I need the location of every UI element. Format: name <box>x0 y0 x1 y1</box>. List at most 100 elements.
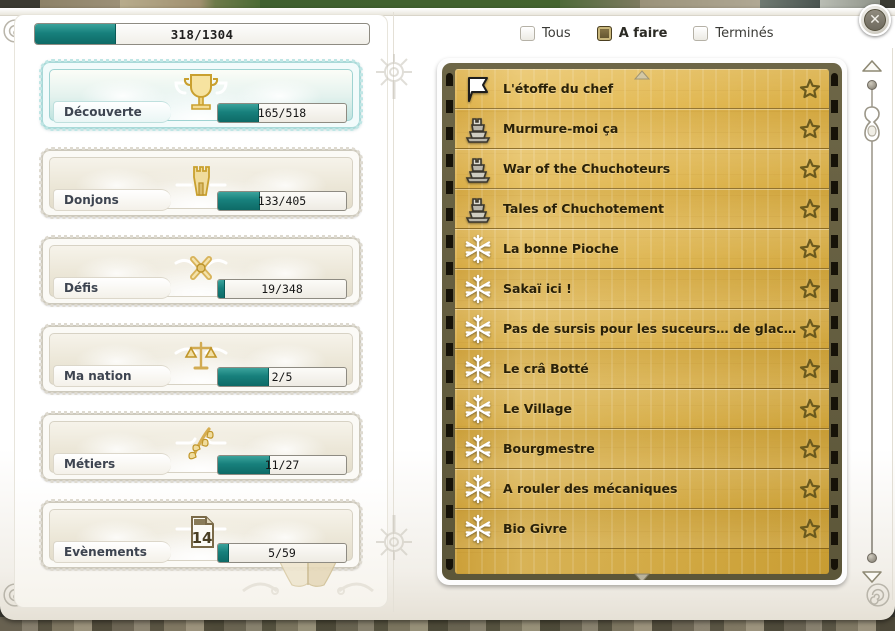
favorite-star-icon[interactable] <box>797 316 823 342</box>
quest-row[interactable]: Bourgmestre <box>455 429 829 469</box>
category-frame: Défis 19/348 <box>39 235 363 307</box>
global-progress-label: 318/1304 <box>170 26 234 42</box>
category-progress-bar: 165/518 <box>217 103 347 123</box>
snowflake-icon <box>461 312 495 346</box>
category-row-defis[interactable]: Défis 19/348 <box>39 235 363 307</box>
filter-label: Tous <box>542 26 571 41</box>
calendar-day-text: 14 <box>192 529 213 547</box>
favorite-star-icon[interactable] <box>797 396 823 422</box>
quest-board-frame: L'étoffe du chef Murmure-moi ça War of t… <box>442 63 842 580</box>
filter-radio-tous[interactable]: Tous <box>520 26 571 41</box>
category-frame: Découverte 165/518 <box>39 59 363 131</box>
category-frame: Ma nation 2/5 <box>39 323 363 395</box>
favorite-star-icon[interactable] <box>797 156 823 182</box>
category-row-ma-nation[interactable]: Ma nation 2/5 <box>39 323 363 395</box>
category-label: Ma nation <box>53 365 171 387</box>
quest-name: Bio Givre <box>503 521 568 536</box>
favorite-star-icon[interactable] <box>797 516 823 542</box>
snowflake-icon <box>461 232 495 266</box>
category-label: Métiers <box>53 453 171 475</box>
category-frame: 14 Evènements 5/59 <box>39 499 363 571</box>
quest-board: L'étoffe du chef Murmure-moi ça War of t… <box>437 58 847 585</box>
category-row-metiers[interactable]: Métiers 11/27 <box>39 411 363 483</box>
category-progress-label: 133/405 <box>257 194 307 208</box>
category-progress-bar: 5/59 <box>217 543 347 563</box>
snowflake-icon <box>461 512 495 546</box>
quest-scrollbar[interactable] <box>855 58 889 585</box>
quest-name: War of the Chuchoteurs <box>503 161 671 176</box>
quest-row[interactable]: La bonne Pioche <box>455 229 829 269</box>
quest-name: Bourgmestre <box>503 441 595 456</box>
favorite-star-icon[interactable] <box>797 236 823 262</box>
quest-filter-group: Tous A faire Terminés <box>520 26 774 41</box>
quest-row[interactable]: Murmure-moi ça <box>455 109 829 149</box>
category-progress-label: 5/59 <box>268 546 296 560</box>
radio-box-icon <box>520 26 535 41</box>
category-progress-label: 165/518 <box>257 106 307 120</box>
filter-radio-a-faire[interactable]: A faire <box>596 26 668 41</box>
filter-label: Terminés <box>715 26 774 41</box>
scrollbar-down-arrow[interactable] <box>860 569 884 585</box>
board-scroll-up-arrow[interactable] <box>633 65 651 80</box>
category-row-evenements[interactable]: 14 Evènements 5/59 <box>39 499 363 571</box>
quest-row[interactable]: Sakaï ici ! <box>455 269 829 309</box>
category-panel-inner: 318/1304 Découverte 165/518 Donjons 133/… <box>14 14 388 608</box>
favorite-star-icon[interactable] <box>797 196 823 222</box>
stone-statue-icon <box>461 152 495 186</box>
favorite-star-icon[interactable] <box>797 76 823 102</box>
snowflake-icon <box>461 272 495 306</box>
quest-row[interactable]: Bio Givre <box>455 509 829 549</box>
scrollbar-top-knob <box>867 80 877 90</box>
quest-row[interactable]: War of the Chuchoteurs <box>455 149 829 189</box>
filter-label: A faire <box>618 26 668 41</box>
stone-statue-icon <box>461 112 495 146</box>
stone-statue-icon <box>461 192 495 226</box>
global-progress-bar: 318/1304 <box>34 23 370 45</box>
category-progress-bar: 133/405 <box>217 191 347 211</box>
category-label: Découverte <box>53 101 171 123</box>
scrollbar-up-arrow[interactable] <box>860 58 884 74</box>
category-progress-label: 2/5 <box>271 370 293 384</box>
quest-row[interactable]: Le Village <box>455 389 829 429</box>
category-progress-bar: 2/5 <box>217 367 347 387</box>
achievements-window: 318/1304 Découverte 165/518 Donjons 133/… <box>0 8 895 620</box>
category-frame: Métiers 11/27 <box>39 411 363 483</box>
snowflake-icon <box>461 472 495 506</box>
quest-row[interactable]: Tales of Chuchotement <box>455 189 829 229</box>
favorite-star-icon[interactable] <box>797 356 823 382</box>
category-progress-bar: 11/27 <box>217 455 347 475</box>
quest-row[interactable]: Le crâ Botté <box>455 349 829 389</box>
favorite-star-icon[interactable] <box>797 436 823 462</box>
category-label: Défis <box>53 277 171 299</box>
board-scroll-down-arrow[interactable] <box>633 568 651 580</box>
quest-name: Pas de sursis pour les suceurs… de glace… <box>503 321 797 336</box>
quest-name: Tales of Chuchotement <box>503 201 664 216</box>
quest-name: A rouler des mécaniques <box>503 481 678 496</box>
favorite-star-icon[interactable] <box>797 116 823 142</box>
category-row-decouverte[interactable]: Découverte 165/518 <box>39 59 363 131</box>
category-label: Donjons <box>53 189 171 211</box>
category-label: Evènements <box>53 541 171 563</box>
filter-radio-termines[interactable]: Terminés <box>693 26 774 41</box>
close-button[interactable]: ✕ <box>859 4 891 36</box>
snowflake-icon <box>461 392 495 426</box>
quest-list[interactable]: L'étoffe du chef Murmure-moi ça War of t… <box>455 69 829 574</box>
radio-box-icon <box>693 26 709 41</box>
quest-panel: Tous A faire Terminés L'étoffe du chef M… <box>400 12 895 612</box>
quest-name: Le crâ Botté <box>503 361 589 376</box>
favorite-star-icon[interactable] <box>797 476 823 502</box>
quest-row[interactable]: A rouler des mécaniques <box>455 469 829 509</box>
quest-row[interactable]: Pas de sursis pour les suceurs… de glace… <box>455 309 829 349</box>
banner-icon <box>461 72 495 106</box>
quest-name: La bonne Pioche <box>503 241 619 256</box>
close-icon: ✕ <box>864 9 886 31</box>
category-row-donjons[interactable]: Donjons 133/405 <box>39 147 363 219</box>
category-progress-label: 11/27 <box>264 458 300 472</box>
scrollbar-thumb[interactable] <box>862 106 882 168</box>
favorite-star-icon[interactable] <box>797 276 823 302</box>
scrollbar-bottom-knob <box>867 553 877 563</box>
quest-name: Sakaï ici ! <box>503 281 572 296</box>
quest-name: Le Village <box>503 401 572 416</box>
snowflake-icon <box>461 352 495 386</box>
category-frame: Donjons 133/405 <box>39 147 363 219</box>
